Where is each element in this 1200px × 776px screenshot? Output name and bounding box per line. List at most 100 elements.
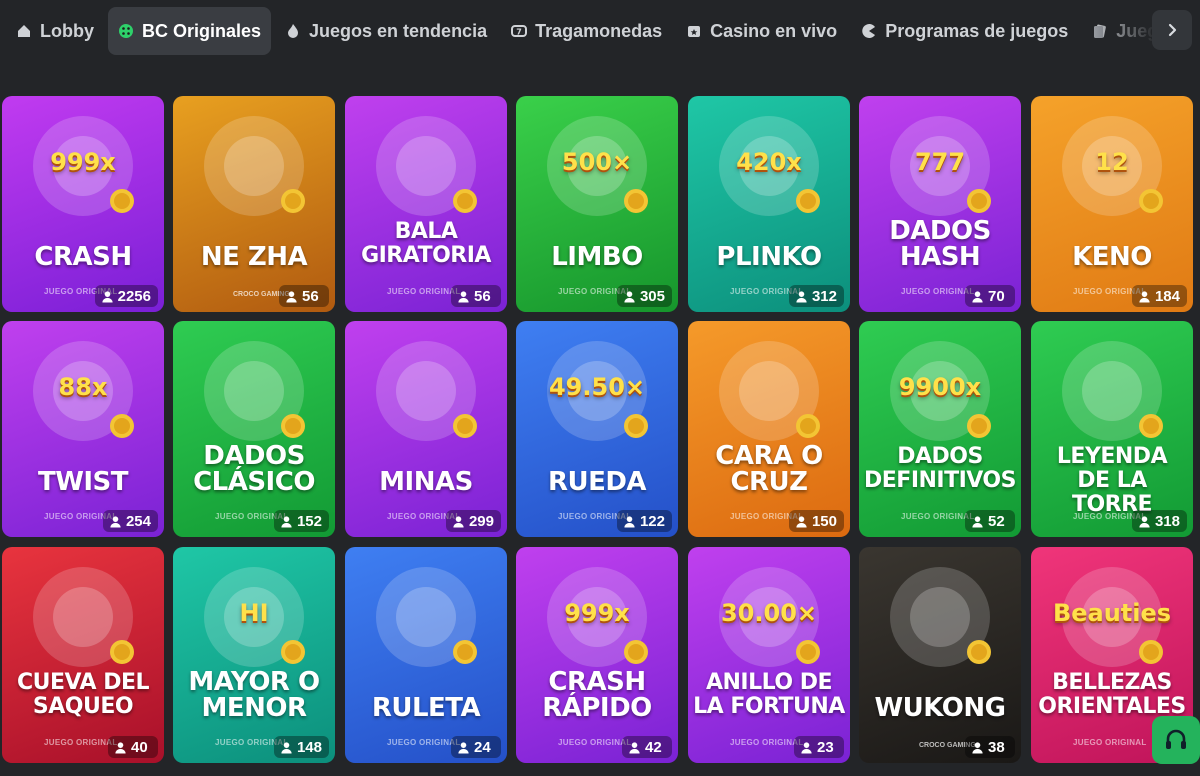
game-card-limbo[interactable]: 500× LIMBO JUEGO ORIGINAL 305 xyxy=(516,96,678,312)
tab-casino-en-vivo[interactable]: Casino en vivo xyxy=(676,7,847,55)
game-title-line: LA FORTUNA xyxy=(693,694,845,719)
support-button[interactable] xyxy=(1152,716,1200,764)
chevron-right-icon xyxy=(1168,23,1177,37)
tab-juegos-en-tendencia[interactable]: Juegos en tendencia xyxy=(275,7,497,55)
player-count: 299 xyxy=(468,512,494,530)
game-title: BALA GIRATORIA xyxy=(349,220,503,268)
game-title-line: KENO xyxy=(1072,242,1152,272)
artwork-label: 30.00× xyxy=(720,599,818,627)
game-card-anillo-de-la-fortuna[interactable]: 30.00× ANILLO DE LA FORTUNA JUEGO ORIGINAL 2… xyxy=(688,547,850,763)
game-artwork xyxy=(345,547,507,697)
person-icon xyxy=(971,290,984,303)
headset-icon xyxy=(1166,729,1186,749)
tab-label: Programas de juegos xyxy=(885,20,1069,41)
tab-label: Casino en vivo xyxy=(710,20,838,41)
game-title-line: RÁPIDO xyxy=(542,693,652,723)
player-count: 305 xyxy=(639,287,665,305)
game-card-dados-definitivos[interactable]: 9900x DADOS DEFINITIVOS JUEGO ORIGINAL 52 xyxy=(859,321,1021,537)
game-card-ne-zha[interactable]: NE ZHA CROCO GAMING 56 xyxy=(173,96,335,312)
game-card-minas[interactable]: MINAS JUEGO ORIGINAL 299 xyxy=(345,321,507,537)
player-count-badge: 148 xyxy=(273,736,329,758)
game-card-wukong[interactable]: WUKONG CROCO GAMING 38 xyxy=(859,547,1021,763)
tab-bc-originales[interactable]: BC Originales xyxy=(108,7,272,55)
player-count-badge: 38 xyxy=(965,736,1015,758)
game-card-rueda[interactable]: 49.50× RUEDA JUEGO ORIGINAL 122 xyxy=(516,321,678,537)
artwork-label: Beauties xyxy=(1052,599,1172,627)
person-icon xyxy=(795,515,808,528)
person-icon xyxy=(623,290,636,303)
game-title-line: NE ZHA xyxy=(200,242,308,272)
artwork-label: 777 xyxy=(914,148,966,176)
game-artwork xyxy=(173,96,335,246)
game-title-line: DEFINITIVOS xyxy=(864,468,1016,493)
player-count: 38 xyxy=(988,738,1005,756)
player-count-badge: 318 xyxy=(1131,510,1187,532)
game-card-ruleta[interactable]: RULETA JUEGO ORIGINAL 24 xyxy=(345,547,507,763)
game-artwork: 999x xyxy=(2,96,164,246)
player-count: 52 xyxy=(988,512,1005,530)
player-count-badge: 152 xyxy=(273,510,329,532)
game-card-bala-giratoria[interactable]: BALA GIRATORIA JUEGO ORIGINAL 56 xyxy=(345,96,507,312)
player-count-badge: 184 xyxy=(1131,285,1187,307)
game-artwork: 49.50× xyxy=(516,321,678,471)
tab-lobby[interactable]: Lobby xyxy=(6,7,104,55)
game-card-dados-clásico[interactable]: DADOS CLÁSICO JUEGO ORIGINAL 152 xyxy=(173,321,335,537)
player-count: 2256 xyxy=(117,287,151,305)
game-card-cueva-del-saqueo[interactable]: CUEVA DEL SAQUEO JUEGO ORIGINAL 40 xyxy=(2,547,164,763)
tab-label: Lobby xyxy=(40,20,94,41)
person-icon xyxy=(285,290,298,303)
tab-label: BC Originales xyxy=(142,20,262,41)
game-provider: JUEGO ORIGINAL xyxy=(558,738,632,747)
player-count: 23 xyxy=(817,738,834,756)
game-card-keno[interactable]: 12 KENO JUEGO ORIGINAL 184 xyxy=(1031,96,1193,312)
game-title-line: ANILLO DE xyxy=(705,670,833,695)
game-title-line: GIRATORIA xyxy=(361,243,491,268)
live-icon xyxy=(686,23,702,39)
game-title-line: MAYOR O xyxy=(188,667,320,697)
tab-programas-de-juegos[interactable]: Programas de juegos xyxy=(851,7,1078,55)
player-count-badge: 312 xyxy=(788,285,844,307)
game-title: LIMBO xyxy=(520,244,674,270)
person-icon xyxy=(623,515,636,528)
game-title-line: RUEDA xyxy=(547,467,647,497)
game-title-line: DADOS xyxy=(203,441,305,471)
game-card-twist[interactable]: 88x TWIST JUEGO ORIGINAL 254 xyxy=(2,321,164,537)
person-icon xyxy=(452,515,465,528)
game-card-plinko[interactable]: 420x PLINKO JUEGO ORIGINAL 312 xyxy=(688,96,850,312)
tabs-next-button[interactable] xyxy=(1152,10,1192,50)
game-title: KENO xyxy=(1035,244,1189,270)
player-count: 40 xyxy=(131,738,148,756)
game-card-cara-o-cruz[interactable]: CARA O CRUZ JUEGO ORIGINAL 150 xyxy=(688,321,850,537)
game-card-mayor-o-menor[interactable]: HI MAYOR O MENOR JUEGO ORIGINAL 148 xyxy=(173,547,335,763)
artwork-label: 999x xyxy=(564,599,630,627)
game-title: ANILLO DE LA FORTUNA xyxy=(692,671,846,719)
player-count-badge: 305 xyxy=(616,285,672,307)
game-title-line: CARA O xyxy=(715,441,823,471)
player-count-badge: 42 xyxy=(622,736,672,758)
category-tabs: Lobby BC Originales Juegos en tendencia 7 Tr… xyxy=(0,0,1200,62)
game-card-crash[interactable]: 999x CRASH JUEGO ORIGINAL 2256 xyxy=(2,96,164,312)
player-count-badge: 56 xyxy=(279,285,329,307)
game-artwork: 420x xyxy=(688,96,850,246)
person-icon xyxy=(1138,290,1151,303)
player-count: 122 xyxy=(639,512,665,530)
game-card-crash-rápido[interactable]: 999x CRASH RÁPIDO JUEGO ORIGINAL 42 xyxy=(516,547,678,763)
pacman-icon xyxy=(861,23,877,39)
person-icon xyxy=(628,741,641,754)
game-title-line: PLINKO xyxy=(716,242,822,272)
person-icon xyxy=(457,290,470,303)
game-title: CRASH RÁPIDO xyxy=(520,669,674,721)
game-card-dados-hash[interactable]: 777 DADOS HASH JUEGO ORIGINAL 70 xyxy=(859,96,1021,312)
tab-label: Juegos en tendencia xyxy=(309,20,488,41)
game-card-leyenda-de-la-torre[interactable]: LEYENDA DE LA TORRE JUEGO ORIGINAL 318 xyxy=(1031,321,1193,537)
artwork-label: 12 xyxy=(1095,148,1129,176)
game-title-line: BELLEZAS xyxy=(1052,670,1172,695)
game-artwork xyxy=(859,547,1021,697)
player-count-badge: 52 xyxy=(965,510,1015,532)
player-count: 318 xyxy=(1154,512,1180,530)
tab-tragamonedas[interactable]: 7 Tragamonedas xyxy=(501,7,672,55)
artwork-label: 88x xyxy=(58,373,108,401)
player-count: 42 xyxy=(645,738,662,756)
artwork-label: 49.50× xyxy=(548,373,646,401)
game-title: TWIST xyxy=(6,469,160,495)
